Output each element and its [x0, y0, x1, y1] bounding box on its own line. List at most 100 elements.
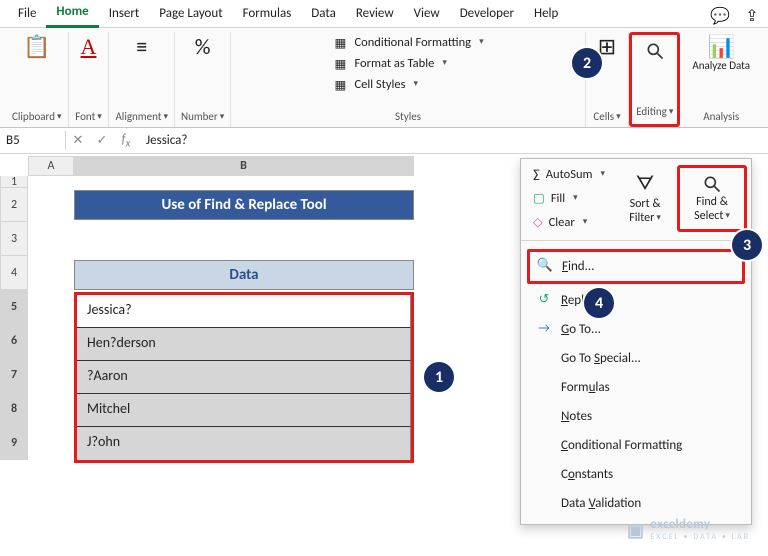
percent-icon: % [195, 36, 211, 58]
editing-button[interactable] [639, 37, 671, 65]
analyze-data-label: Analyze Data [692, 60, 750, 72]
replace-icon: ↺ [535, 292, 553, 307]
formula-bar-row: B5 ✕ ✓ fx Jessica? [0, 128, 768, 154]
tab-file[interactable]: File [8, 2, 46, 27]
clear-icon: ◇ [533, 214, 543, 230]
menu-conditional-formatting[interactable]: Conditional Formatting [521, 431, 751, 460]
tab-insert[interactable]: Insert [99, 2, 150, 27]
font-label[interactable]: Font [75, 108, 102, 127]
tab-data[interactable]: Data [301, 2, 346, 27]
analyze-data-button[interactable]: 📊 Analyze Data [686, 32, 756, 76]
cells-label[interactable]: Cells [593, 108, 620, 127]
goto-icon: → [535, 321, 553, 336]
editing-dropdown-panel: ∑AutoSum ▢Fill ◇ Clear ᗊ Sort & Filter Fi… [520, 158, 752, 525]
formula-bar[interactable]: Jessica? [138, 131, 768, 150]
analyze-data-icon: 📊 [707, 36, 734, 58]
enter-formula-icon[interactable]: ✓ [90, 133, 114, 148]
row-header-8[interactable]: 8 [0, 392, 28, 426]
row-header-4[interactable]: 4 [0, 256, 28, 290]
autosum-button[interactable]: ∑AutoSum [529, 165, 609, 184]
menu-constants[interactable]: Constants [521, 460, 751, 489]
row-header-6[interactable]: 6 [0, 324, 28, 358]
row-header-9[interactable]: 9 [0, 426, 28, 460]
tab-view[interactable]: View [404, 2, 450, 27]
cell-styles-button[interactable]: ▦Cell Styles [328, 76, 487, 93]
menu-formulas[interactable]: Formulas [521, 373, 751, 402]
sort-filter-button[interactable]: ᗊ Sort & Filter [613, 165, 677, 232]
sort-filter-label: Sort & Filter [619, 198, 671, 224]
menu-goto[interactable]: →Go To... [521, 315, 751, 344]
conditional-formatting-button[interactable]: ▦ Conditional Formatting [328, 34, 487, 51]
fx-icon[interactable]: fx [114, 132, 138, 150]
number-label[interactable]: Number [181, 108, 224, 127]
col-header-A[interactable]: A [28, 156, 74, 176]
data-header-cell[interactable]: Data [74, 260, 414, 290]
cell-styles-label: Cell Styles [354, 77, 405, 92]
tab-home[interactable]: Home [46, 0, 98, 28]
autosum-label: AutoSum [546, 167, 593, 182]
clipboard-label[interactable]: Clipboard [12, 108, 62, 127]
alignment-icon: ≡ [136, 36, 147, 58]
tab-review[interactable]: Review [346, 2, 404, 27]
cell-B9[interactable]: J?ohn [77, 427, 411, 460]
share-icon[interactable]: ⇪ [738, 5, 766, 27]
tab-developer[interactable]: Developer [450, 2, 524, 27]
clipboard-icon: 📋 [23, 36, 50, 58]
styles-group-label: Styles [395, 108, 421, 127]
row-header-5[interactable]: 5 [0, 290, 28, 324]
find-select-button[interactable]: Find & Select [677, 165, 747, 232]
analysis-group-label: Analysis [703, 108, 739, 127]
name-box[interactable]: B5 [0, 131, 66, 150]
format-as-table-button[interactable]: ▦Format as Table [328, 55, 487, 72]
menu-find[interactable]: 🔍Find... [527, 249, 745, 284]
callout-2: 2 [572, 48, 602, 78]
group-cells: ⊞ Cells [586, 32, 629, 127]
tab-help[interactable]: Help [524, 2, 568, 27]
row-header-2[interactable]: 2 [0, 188, 28, 222]
alignment-label[interactable]: Alignment [115, 108, 168, 127]
find-select-label: Find & Select [684, 196, 740, 222]
cell-B6[interactable]: Hen?derson [77, 328, 411, 361]
row-header-1[interactable]: 1 [0, 176, 28, 188]
cells-icon: ⊞ [598, 36, 616, 58]
cancel-formula-icon[interactable]: ✕ [66, 133, 90, 148]
clear-button[interactable]: ◇ Clear [529, 212, 609, 232]
clear-label: Clear [549, 215, 575, 230]
col-header-B[interactable]: B [74, 156, 414, 176]
menu-replace[interactable]: ↺Replace... [521, 286, 751, 315]
menu-data-validation[interactable]: Data Validation [521, 489, 751, 518]
cell-B8[interactable]: Mitchel [77, 394, 411, 427]
group-editing: Editing [629, 32, 680, 127]
search-icon [645, 41, 665, 61]
alignment-button[interactable]: ≡ [130, 32, 153, 62]
group-font: A Font [69, 32, 110, 127]
group-styles: ▦ Conditional Formatting ▦Format as Table… [231, 32, 586, 127]
sort-filter-icon: ᗊ [636, 172, 655, 196]
menu-tab-bar: File Home Insert Page Layout Formulas Da… [0, 0, 768, 28]
clipboard-button[interactable]: 📋 [17, 32, 56, 62]
font-button[interactable]: A [75, 32, 103, 62]
format-as-table-icon: ▦ [332, 57, 348, 71]
tab-formulas[interactable]: Formulas [233, 2, 302, 27]
watermark-sub: EXCEL • DATA • LAB [650, 532, 750, 542]
editing-label[interactable]: Editing [636, 103, 673, 122]
row-header-3[interactable]: 3 [0, 222, 28, 256]
fill-button[interactable]: ▢Fill [529, 188, 609, 208]
group-analysis: 📊 Analyze Data Analysis [680, 32, 762, 127]
title-cell[interactable]: Use of Find & Replace Tool [74, 190, 414, 220]
search-icon: 🔍 [536, 258, 554, 273]
conditional-formatting-icon: ▦ [332, 36, 348, 50]
conditional-formatting-label: Conditional Formatting [354, 35, 471, 50]
fill-icon: ▢ [533, 190, 545, 206]
data-selection[interactable]: Jessica? Hen?derson ?Aaron Mitchel J?ohn [74, 292, 414, 463]
number-button[interactable]: % [189, 32, 217, 62]
comments-icon[interactable]: 💬 [706, 5, 734, 27]
row-header-7[interactable]: 7 [0, 358, 28, 392]
cell-B5[interactable]: Jessica? [77, 295, 411, 328]
cell-B7[interactable]: ?Aaron [77, 361, 411, 394]
watermark-brand: exceldemy [650, 517, 710, 532]
sheet-cells[interactable]: Use of Find & Replace Tool Data Jessica?… [28, 176, 548, 536]
tab-page-layout[interactable]: Page Layout [149, 2, 232, 27]
menu-notes[interactable]: Notes [521, 402, 751, 431]
menu-goto-special[interactable]: Go To Special... [521, 344, 751, 373]
